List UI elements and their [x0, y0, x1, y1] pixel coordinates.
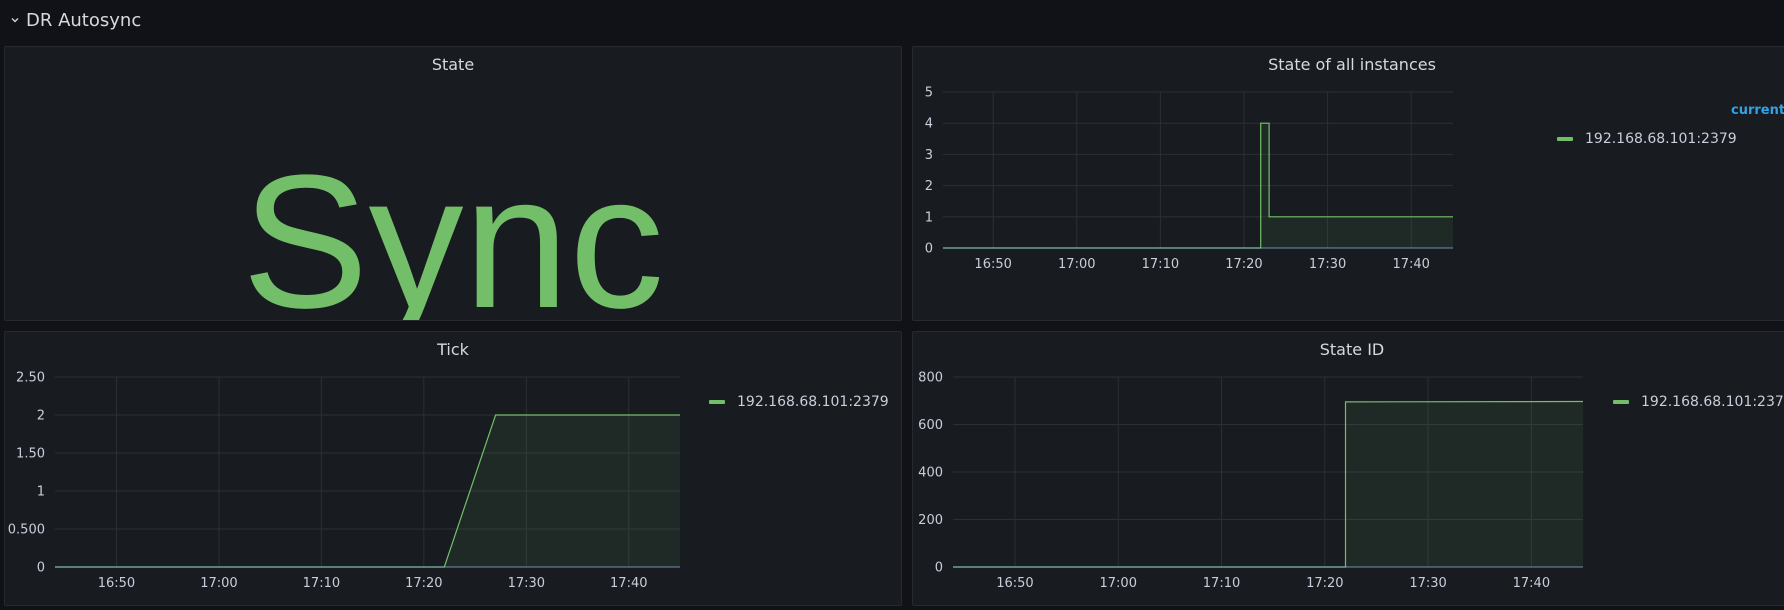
x-tick-label: 17:20	[1306, 576, 1343, 591]
y-tick-label: 2.50	[16, 371, 45, 386]
y-tick-label: 5	[925, 86, 933, 101]
legend-header-current[interactable]: current	[1731, 103, 1784, 118]
y-tick-label: 1.50	[16, 447, 45, 462]
row-title: DR Autosync	[26, 9, 142, 31]
chart-tick[interactable]: 0 0.500 1 1.50 2 2.50 16:50 17:00 17:10 17:20 17:3…	[5, 332, 695, 606]
x-tick-label: 16:50	[974, 257, 1011, 272]
y-tick-label: 1	[37, 485, 45, 500]
y-tick-label: 0	[935, 561, 943, 576]
x-tick-label: 17:30	[508, 576, 545, 591]
y-tick-label: 2	[925, 179, 933, 194]
y-tick-label: 0.500	[8, 523, 45, 538]
panel-title[interactable]: State	[5, 55, 901, 74]
panel-state: State Sync	[4, 46, 902, 321]
x-tick-label: 17:40	[610, 576, 647, 591]
y-tick-label: 200	[918, 513, 943, 528]
legend-label: 192.168.68.101:2379	[1585, 131, 1737, 147]
x-tick-label: 17:30	[1309, 257, 1346, 272]
panel-tick: Tick 0 0.500 1 1.50 2 2.50 16:50 17:00 17:10 17:2…	[4, 331, 902, 606]
x-tick-label: 17:10	[1142, 257, 1179, 272]
legend-item[interactable]: 192.168.68.101:2379	[709, 394, 889, 410]
x-tick-label: 17:00	[1100, 576, 1137, 591]
chart-state-id[interactable]: 0 200 400 600 800 16:50 17:00 17:10 17:20 17:30 17…	[913, 332, 1593, 606]
series-area-fill	[953, 401, 1583, 567]
y-tick-label: 1	[925, 210, 933, 225]
x-tick-label: 17:00	[200, 576, 237, 591]
legend-label: 192.168.68.101:2379	[737, 394, 889, 410]
series-line-swatch	[1557, 137, 1573, 141]
x-tick-label: 17:00	[1058, 257, 1095, 272]
y-tick-label: 0	[37, 561, 45, 576]
x-tick-label: 17:20	[405, 576, 442, 591]
x-tick-label: 17:10	[1203, 576, 1240, 591]
x-tick-label: 17:10	[303, 576, 340, 591]
y-tick-label: 800	[918, 371, 943, 386]
x-tick-label: 17:40	[1392, 257, 1429, 272]
chevron-down-icon[interactable]	[8, 13, 22, 27]
x-tick-label: 17:40	[1513, 576, 1550, 591]
x-tick-label: 17:30	[1409, 576, 1446, 591]
y-tick-label: 400	[918, 466, 943, 481]
legend-item[interactable]: 192.168.68.101:2379	[1557, 131, 1737, 147]
panel-state-all-instances: State of all instances 0 1 2 3 4 5 16:50 17:00 1…	[912, 46, 1784, 321]
chart-state-all-instances[interactable]: 0 1 2 3 4 5 16:50 17:00 17:10 17:20 17:30 17:40	[913, 47, 1533, 321]
series-line-swatch	[709, 400, 725, 404]
x-tick-label: 17:20	[1225, 257, 1262, 272]
x-tick-label: 16:50	[996, 576, 1033, 591]
y-tick-label: 3	[925, 148, 933, 163]
y-tick-label: 600	[918, 418, 943, 433]
series-line-swatch	[1613, 400, 1629, 404]
y-tick-label: 2	[37, 409, 45, 424]
legend-label: 192.168.68.101:2379	[1641, 394, 1784, 410]
stat-value: Sync	[241, 136, 665, 321]
y-tick-label: 0	[925, 242, 933, 257]
legend-item[interactable]: 192.168.68.101:2379	[1613, 394, 1784, 410]
row-header-dr-autosync[interactable]: DR Autosync	[0, 0, 1784, 40]
y-tick-label: 4	[925, 117, 933, 132]
panel-state-id: State ID 0 200 400 600 800 16:50 17:00 17:10 17:…	[912, 331, 1784, 606]
x-tick-label: 16:50	[98, 576, 135, 591]
